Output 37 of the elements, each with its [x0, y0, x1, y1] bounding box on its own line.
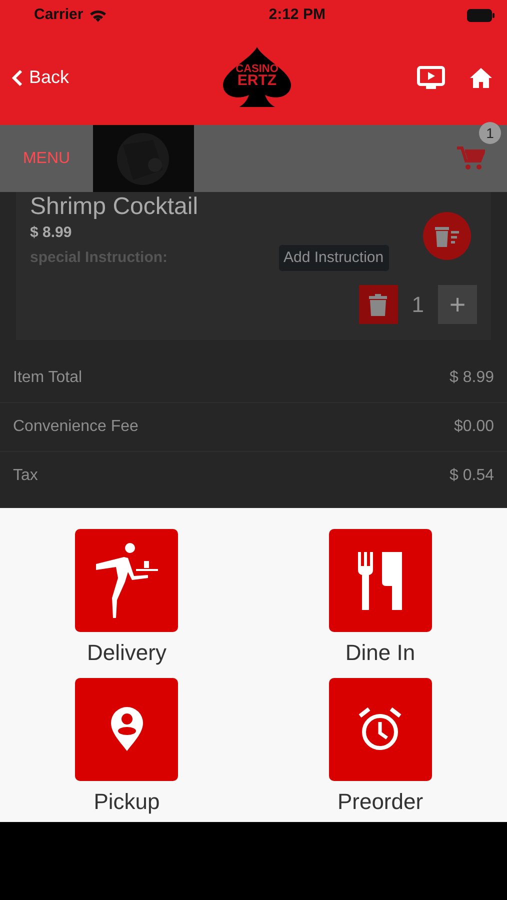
order-type-label[interactable]: Preorder: [337, 788, 424, 815]
summary-value: $ 0.54: [450, 466, 494, 486]
carrier-label: Carrier: [34, 4, 84, 25]
order-type-tile[interactable]: [75, 678, 178, 780]
back-button[interactable]: Back: [12, 64, 70, 91]
item-name: Shrimp Cocktail: [30, 194, 200, 220]
alarm-clock-icon: [358, 707, 402, 751]
order-type-label[interactable]: Dine In: [345, 640, 416, 666]
summary-label: Convenience Fee: [13, 417, 138, 438]
item-price: $ 8.99: [30, 223, 72, 244]
delete-item-button[interactable]: [358, 285, 398, 324]
order-type-label[interactable]: Pickup: [94, 788, 160, 815]
add-instruction-button[interactable]: Add Instruction: [278, 244, 389, 272]
order-type-tile[interactable]: [328, 529, 432, 632]
cart-count-badge: 1: [479, 122, 501, 144]
location-pin-icon: [110, 707, 143, 751]
trash-icon: [369, 294, 388, 316]
fork-knife-icon: [358, 552, 402, 610]
summary-label: Tax: [13, 466, 38, 486]
wifi-icon: [89, 8, 108, 22]
order-type-tile[interactable]: [328, 678, 432, 780]
chevron-left-icon: [12, 68, 23, 86]
summary-label: Item Total: [13, 368, 82, 388]
order-type-tile[interactable]: [75, 529, 178, 632]
summary-value: $0.00: [454, 417, 494, 438]
battery-icon: [467, 8, 495, 22]
waiter-icon: [96, 542, 158, 620]
home-icon[interactable]: [469, 66, 493, 88]
logo: CASINO ERTZ: [221, 46, 294, 108]
clock-time: 2:12 PM: [268, 4, 326, 25]
order-type-label[interactable]: Delivery: [87, 640, 166, 666]
trash-list-icon: [435, 225, 459, 247]
tv-play-icon[interactable]: [417, 66, 445, 90]
quantity-value: 1: [412, 291, 424, 320]
increase-button[interactable]: +: [438, 285, 477, 324]
summary-value: $ 8.99: [450, 368, 494, 388]
clear-cart-button[interactable]: [423, 212, 471, 260]
